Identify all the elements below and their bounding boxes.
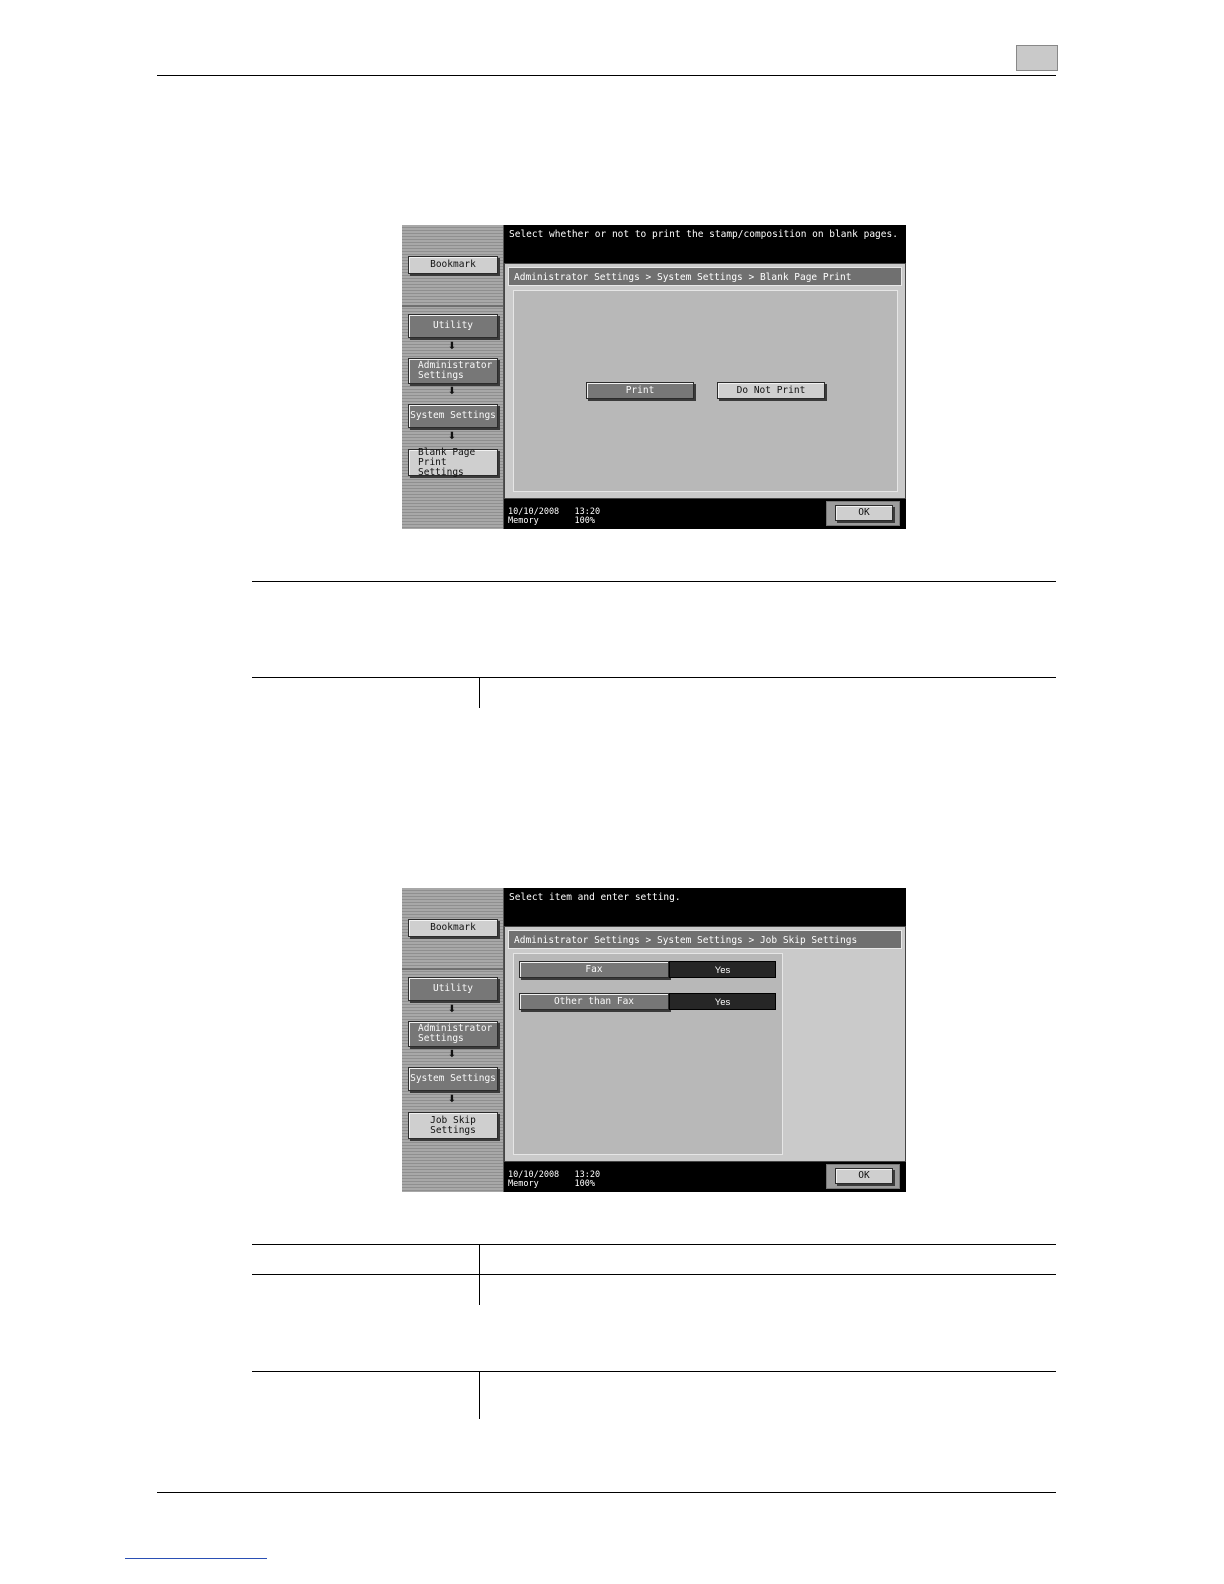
- nav-blank-page-print-settings-button[interactable]: Blank Page Print Settings: [408, 447, 498, 477]
- down-arrow-icon: ⬇: [447, 1049, 457, 1060]
- sidebar-separator: [402, 968, 503, 970]
- chapter-tab: [1016, 45, 1058, 71]
- job-skip-settings-screen: Bookmark Utility ⬇ Administrator Setting…: [402, 888, 906, 1192]
- table-divider: [479, 1244, 480, 1274]
- status-memory-value: 100%: [574, 1179, 596, 1189]
- status-bar: 10/10/2008 13:20 Memory 100% OK: [504, 1162, 906, 1192]
- status-memory-value: 100%: [574, 516, 596, 526]
- sidebar: Bookmark Utility ⬇ Administrator Setting…: [402, 225, 504, 529]
- do-not-print-button[interactable]: Do Not Print: [717, 382, 825, 399]
- down-arrow-icon: ⬇: [447, 386, 457, 397]
- fax-setting-button[interactable]: Fax: [519, 961, 669, 978]
- message-bar: Select whether or not to print the stamp…: [504, 225, 906, 263]
- status-info: 10/10/2008 13:20 Memory 100%: [508, 508, 600, 526]
- ok-button-frame: OK: [826, 1164, 900, 1189]
- ok-button-frame: OK: [826, 501, 900, 526]
- footer-rule: [157, 1492, 1056, 1493]
- main-area: Administrator Settings > System Settings…: [504, 926, 906, 1162]
- down-arrow-icon: ⬇: [447, 431, 457, 442]
- ok-button[interactable]: OK: [835, 505, 893, 521]
- nav-administrator-settings-button[interactable]: Administrator Settings: [408, 1021, 498, 1047]
- table-divider: [479, 1371, 480, 1419]
- nav-job-skip-settings-button[interactable]: Job Skip Settings: [408, 1112, 498, 1139]
- down-arrow-icon: ⬇: [447, 1094, 457, 1105]
- nav-system-settings-button[interactable]: System Settings: [408, 404, 498, 428]
- fax-setting-value: Yes: [669, 961, 776, 978]
- footer-link-underline: [125, 1558, 267, 1559]
- down-arrow-icon: ⬇: [447, 1004, 457, 1015]
- bookmark-button[interactable]: Bookmark: [408, 256, 498, 274]
- status-memory-label: Memory: [508, 1179, 539, 1189]
- bookmark-button[interactable]: Bookmark: [408, 919, 498, 937]
- table-divider: [479, 677, 480, 708]
- nav-administrator-settings-button[interactable]: Administrator Settings: [408, 358, 498, 384]
- ok-button[interactable]: OK: [835, 1168, 893, 1184]
- breadcrumb: Administrator Settings > System Settings…: [508, 930, 902, 949]
- other-than-fax-setting-button[interactable]: Other than Fax: [519, 993, 669, 1010]
- nav-utility-button[interactable]: Utility: [408, 977, 498, 1001]
- nav-utility-button[interactable]: Utility: [408, 314, 498, 338]
- table-rule: [252, 1244, 1056, 1245]
- main-area: Administrator Settings > System Settings…: [504, 263, 906, 499]
- breadcrumb: Administrator Settings > System Settings…: [508, 267, 902, 302]
- sidebar: Bookmark Utility ⬇ Administrator Setting…: [402, 888, 504, 1192]
- table-divider: [479, 1274, 480, 1305]
- status-bar: 10/10/2008 13:20 Memory 100% OK: [504, 499, 906, 529]
- settings-list: Fax Yes Other than Fax Yes: [513, 953, 783, 1155]
- message-bar: Select item and enter setting.: [504, 888, 906, 926]
- down-arrow-icon: ⬇: [447, 341, 457, 352]
- header-rule: [157, 75, 1056, 76]
- status-memory-label: Memory: [508, 516, 539, 526]
- blank-page-print-settings-screen: Bookmark Utility ⬇ Administrator Setting…: [402, 225, 906, 529]
- content-area: Print Do Not Print: [513, 290, 898, 492]
- other-than-fax-setting-value: Yes: [669, 993, 776, 1010]
- sidebar-separator: [402, 305, 503, 307]
- nav-system-settings-button[interactable]: System Settings: [408, 1067, 498, 1091]
- status-info: 10/10/2008 13:20 Memory 100%: [508, 1171, 600, 1189]
- table-rule: [252, 1274, 1056, 1275]
- table-rule: [252, 581, 1056, 582]
- table-rule: [252, 677, 1056, 678]
- print-button[interactable]: Print: [586, 382, 694, 399]
- table-rule: [252, 1371, 1056, 1372]
